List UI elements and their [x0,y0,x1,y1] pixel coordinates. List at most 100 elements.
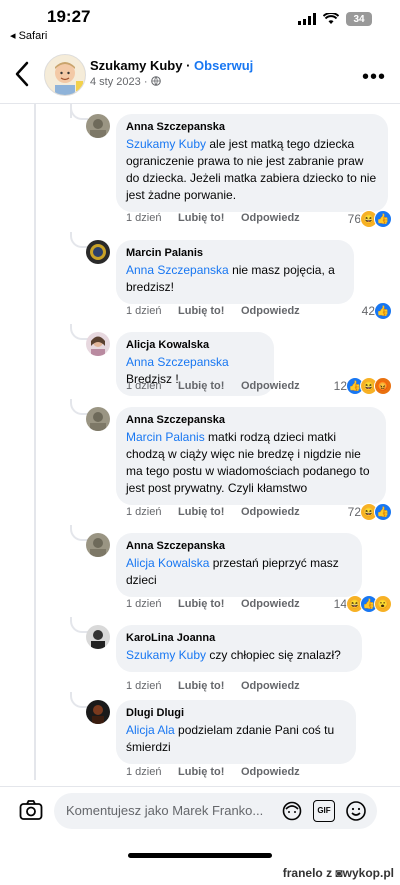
reaction-summary[interactable]: 12 👍 😆 😡 [334,377,392,395]
comment-author[interactable]: Marcin Palanis [126,247,344,259]
signal-icon [298,13,316,25]
globe-icon [150,76,161,86]
follow-button[interactable]: Obserwuj [194,58,253,73]
reply-button[interactable]: Odpowiedz [241,598,300,610]
reaction-summary[interactable]: 72 😆 👍 [348,503,392,521]
reply-connector [70,104,88,120]
page-name[interactable]: Szukamy Kuby [90,58,182,73]
reaction-summary[interactable]: 76 😆 👍 [348,210,392,228]
mention-link[interactable]: Anna Szczepanska [126,355,229,369]
comment-actions: 1 dzień Lubię to! Odpowiedz [126,598,300,610]
back-to-safari-link[interactable]: ◂ Safari [10,29,47,42]
reply-button[interactable]: Odpowiedz [241,305,300,317]
wifi-icon [323,13,339,24]
avatar[interactable] [86,114,110,138]
comment-author[interactable]: KaroLina Joanna [126,632,352,644]
reaction-count: 14 [333,597,347,611]
comment-text: Szukamy Kuby czy chłopiec się znalazł? [126,647,352,664]
reply-connector [70,692,88,708]
gif-icon[interactable]: GIF [313,800,335,822]
comment-time[interactable]: 1 dzień [126,305,178,317]
reply-button[interactable]: Odpowiedz [241,766,300,778]
mention-link[interactable]: Szukamy Kuby [126,648,206,662]
comment-actions: 1 dzień Lubię to! Odpowiedz [126,766,300,778]
like-button[interactable]: Lubię to! [178,305,241,317]
avatar[interactable] [86,240,110,264]
angry-reaction-icon: 😡 [374,377,392,395]
like-button[interactable]: Lubię to! [178,598,241,610]
reply-button[interactable]: Odpowiedz [241,506,300,518]
avatar-sticker-icon[interactable] [281,800,303,822]
back-arrow-icon[interactable] [12,60,34,88]
comment-author[interactable]: Anna Szczepanska [126,414,376,426]
emoji-icon[interactable] [345,800,367,822]
home-indicator [128,853,272,858]
like-button[interactable]: Lubię to! [178,506,241,518]
comment-time[interactable]: 1 dzień [126,766,178,778]
avatar[interactable] [86,533,110,557]
reaction-summary[interactable]: 14 😆 👍 😮 [334,595,392,613]
reply-connector [70,399,88,415]
avatar[interactable] [86,625,110,649]
status-bar: 19:27 ◂ Safari 34 [0,0,400,44]
reply-button[interactable]: Odpowiedz [241,380,300,392]
avatar[interactable] [86,407,110,431]
comment-actions: 1 dzień Lubię to! Odpowiedz [126,212,300,224]
avatar[interactable] [86,700,110,724]
mention-link[interactable]: Szukamy Kuby [126,137,206,151]
mention-link[interactable]: Alicja Kowalska [126,556,209,570]
avatar[interactable] [86,332,110,356]
page-avatar[interactable] [44,54,86,96]
header-divider [0,103,400,104]
user-photo-icon [86,533,110,557]
comment-bubble: Anna Szczepanska Marcin Palanis matki ro… [116,407,386,505]
comment-time[interactable]: 1 dzień [126,598,178,610]
status-icons: 34 [298,12,372,26]
comment-time[interactable]: 1 dzień [126,212,178,224]
reply-button[interactable]: Odpowiedz [241,680,300,692]
camera-icon[interactable] [19,799,43,821]
thread-line [34,104,36,780]
more-options-icon[interactable]: ••• [362,66,386,89]
comment-bubble: Dlugi Dlugi Alicja Ala podzielam zdanie … [116,700,356,764]
comment-text: Alicja Kowalska przestań pieprzyć masz d… [126,555,352,589]
reaction-count: 72 [347,505,361,519]
post-date[interactable]: 4 sty 2023 · [90,76,151,88]
comment-body: czy chłopiec się znalazł? [206,648,341,662]
like-button[interactable]: Lubię to! [178,212,241,224]
comment-time[interactable]: 1 dzień [126,680,178,692]
comment-author[interactable]: Alicja Kowalska [126,339,264,351]
comment-input[interactable]: Komentujesz jako Marek Franko... GIF [54,793,377,829]
comment-text: Marcin Palanis matki rodzą dzieci matki … [126,429,376,497]
name-separator: · [182,58,195,73]
comment-text: Anna Szczepanska nie masz pojęcia, a bre… [126,262,344,296]
user-photo-icon [86,114,110,138]
comment-author[interactable]: Anna Szczepanska [126,121,378,133]
battery-icon: 34 [346,12,372,26]
comment-bubble: Marcin Palanis Anna Szczepanska nie masz… [116,240,354,304]
reaction-count: 76 [347,212,361,226]
reply-button[interactable]: Odpowiedz [241,212,300,224]
comment-author[interactable]: Dlugi Dlugi [126,707,346,719]
comment-actions: 1 dzień Lubię to! Odpowiedz [126,680,300,692]
comment-actions: 1 dzień Lubię to! Odpowiedz [126,380,300,392]
status-time: 19:27 [47,7,91,26]
like-button[interactable]: Lubię to! [178,766,241,778]
reaction-summary[interactable]: 42 👍 [362,302,392,320]
like-reaction-icon: 👍 [374,503,392,521]
badge-photo-icon [86,240,110,264]
like-button[interactable]: Lubię to! [178,380,241,392]
comment-time[interactable]: 1 dzień [126,506,178,518]
page-name-line: Szukamy Kuby · Obserwuj [90,58,253,73]
like-button[interactable]: Lubię to! [178,680,241,692]
comment-bubble: Anna Szczepanska Szukamy Kuby ale jest m… [116,114,388,212]
mention-link[interactable]: Alicja Ala [126,723,175,737]
comment-author[interactable]: Anna Szczepanska [126,540,352,552]
wow-reaction-icon: 😮 [374,595,392,613]
comment-time[interactable]: 1 dzień [126,380,178,392]
mention-link[interactable]: Marcin Palanis [126,430,205,444]
like-reaction-icon: 👍 [374,302,392,320]
mention-link[interactable]: Anna Szczepanska [126,263,229,277]
child-photo-icon [45,55,85,95]
post-date-line: 4 sty 2023 · [90,76,161,88]
